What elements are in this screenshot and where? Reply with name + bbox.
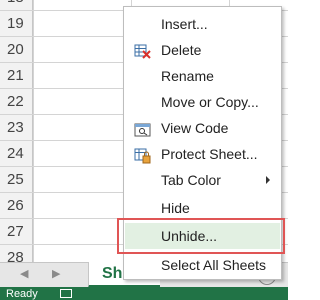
view-code-icon [134, 120, 152, 137]
menu-item-label: Insert... [161, 16, 208, 32]
menu-item-select-all-sheets[interactable]: Select All Sheets [125, 252, 280, 278]
row-number[interactable]: 22 [0, 89, 33, 114]
menu-item-label: Delete [161, 42, 202, 58]
menu-item-rename[interactable]: Rename [125, 63, 280, 89]
menu-item-label: Tab Color [161, 172, 221, 188]
menu-item-label: View Code [161, 120, 229, 136]
row-number[interactable]: 21 [0, 63, 33, 88]
menu-item-label: Protect Sheet... [161, 146, 258, 162]
menu-item-move-or-copy[interactable]: Move or Copy... [125, 89, 280, 115]
menu-item-insert[interactable]: Insert... [125, 11, 280, 37]
status-bar: Ready [0, 287, 288, 300]
menu-item-protect-sheet[interactable]: Protect Sheet... [125, 141, 280, 167]
submenu-arrow-icon [266, 176, 270, 184]
menu-item-tab-color[interactable]: Tab Color [125, 167, 280, 193]
row-number[interactable]: 20 [0, 37, 33, 62]
status-text: Ready [6, 288, 38, 300]
row-number[interactable]: 25 [0, 167, 33, 192]
protect-sheet-icon [134, 146, 152, 164]
row-number[interactable]: 27 [0, 219, 33, 244]
macro-record-icon[interactable] [60, 289, 72, 298]
row-number[interactable]: 18 [0, 0, 33, 10]
menu-item-label: Rename [161, 68, 214, 84]
delete-sheet-icon [134, 42, 152, 59]
row-number[interactable]: 19 [0, 11, 33, 36]
highlight-callout-box [117, 218, 285, 254]
tab-scroll-right-icon[interactable]: ▶ [52, 267, 60, 280]
row-number[interactable]: 26 [0, 193, 33, 218]
menu-item-label: Select All Sheets [161, 257, 267, 273]
row-number[interactable]: 23 [0, 115, 33, 140]
tab-scroll-left-icon[interactable]: ◀ [20, 267, 28, 280]
row-number[interactable]: 24 [0, 141, 33, 166]
menu-item-label: Move or Copy... [161, 94, 259, 110]
menu-item-view-code[interactable]: View Code [125, 115, 280, 141]
menu-item-delete[interactable]: Delete [125, 37, 280, 63]
